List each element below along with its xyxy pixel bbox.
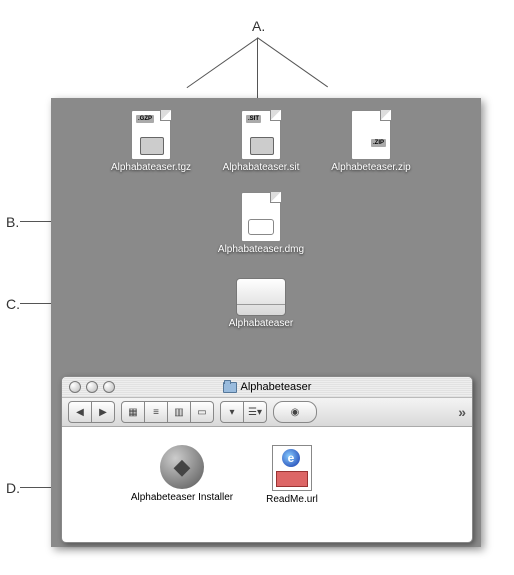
installer-icon: ◆ — [160, 445, 204, 489]
settings-glyph — [276, 471, 308, 487]
finder-item-installer[interactable]: ◆ Alphabeteaser Installer — [127, 445, 237, 503]
window-titlebar[interactable]: Alphabeteaser — [62, 377, 472, 398]
file-glyph — [250, 137, 274, 155]
toolbar-overflow-icon[interactable]: » — [458, 404, 466, 420]
annotation-a: A. — [252, 18, 265, 34]
finder-item-readme[interactable]: e ReadMe.url — [252, 445, 332, 505]
disk-label: Alphabateaser — [216, 318, 306, 329]
finder-toolbar: ◀ ▶ ▦ ≡ ▥ ▭ ▾ ☰▾ ◉ » — [62, 398, 472, 427]
file-label: Alphabeteaser Installer — [127, 492, 237, 503]
url-file-icon: e — [272, 445, 312, 491]
annotation-c: C. — [6, 296, 20, 312]
annotation-d: D. — [6, 480, 20, 496]
file-glyph — [140, 137, 164, 155]
action-button[interactable]: ☰▾ — [244, 401, 267, 423]
dropdown-button[interactable]: ▾ — [220, 401, 244, 423]
annotation-b: B. — [6, 214, 19, 230]
annotation-connector — [187, 38, 258, 88]
file-badge: .ZIP — [371, 139, 386, 147]
archive-stuffit-icon: .SIT — [241, 110, 281, 160]
back-button[interactable]: ◀ — [68, 401, 92, 423]
file-label: ReadMe.url — [252, 494, 332, 505]
removable-disk-icon — [236, 278, 286, 316]
window-title-text: Alphabeteaser — [241, 381, 312, 393]
view-switcher: ▦ ≡ ▥ ▭ — [121, 401, 214, 423]
desktop-file-tgz[interactable]: .GZP Alphabateaser.tgz — [106, 110, 196, 173]
file-label: Alphabateaser.sit — [216, 162, 306, 173]
internet-explorer-glyph: e — [282, 449, 300, 467]
file-badge: .GZP — [136, 115, 154, 123]
drive-glyph — [248, 219, 274, 235]
coverflow-view-button[interactable]: ▭ — [191, 401, 214, 423]
desktop-mounted-disk[interactable]: Alphabateaser — [216, 278, 306, 329]
forward-button[interactable]: ▶ — [92, 401, 115, 423]
desktop-file-sit[interactable]: .SIT Alphabateaser.sit — [216, 110, 306, 173]
action-group: ▾ ☰▾ — [220, 401, 267, 423]
archive-zip-icon: .ZIP — [351, 110, 391, 160]
file-label: Alphabateaser.dmg — [216, 244, 306, 255]
disk-image-icon — [241, 192, 281, 242]
desktop-file-zip[interactable]: .ZIP Alphabeteaser.zip — [326, 110, 416, 173]
window-title: Alphabeteaser — [62, 381, 472, 393]
nav-buttons: ◀ ▶ — [68, 401, 115, 423]
desktop-file-dmg[interactable]: Alphabateaser.dmg — [216, 192, 306, 255]
file-label: Alphabeteaser.zip — [326, 162, 416, 173]
icon-view-button[interactable]: ▦ — [121, 401, 145, 423]
archive-gzip-icon: .GZP — [131, 110, 171, 160]
list-view-button[interactable]: ≡ — [145, 401, 168, 423]
finder-content: ◆ Alphabeteaser Installer e ReadMe.url — [62, 427, 472, 544]
annotation-connector — [257, 37, 328, 87]
folder-icon — [223, 382, 237, 393]
desktop: .GZP Alphabateaser.tgz .SIT Alphabatease… — [51, 98, 481, 547]
column-view-button[interactable]: ▥ — [168, 401, 191, 423]
quicklook-button[interactable]: ◉ — [273, 401, 317, 423]
file-badge: .SIT — [246, 115, 261, 123]
file-label: Alphabateaser.tgz — [106, 162, 196, 173]
finder-window: Alphabeteaser ◀ ▶ ▦ ≡ ▥ ▭ ▾ ☰▾ ◉ » ◆ — [61, 376, 473, 543]
